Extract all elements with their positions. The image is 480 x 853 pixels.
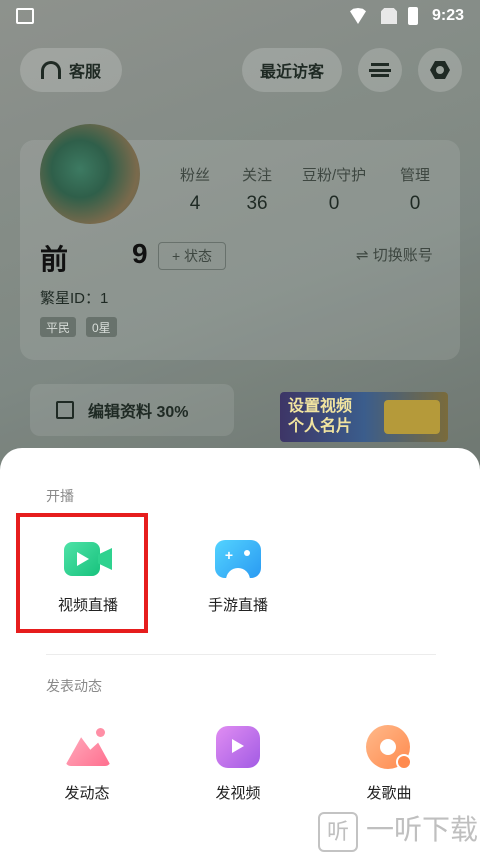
headset-icon [40, 61, 61, 79]
post-song-label: 发歌曲 [366, 785, 412, 802]
music-disc-icon [363, 724, 415, 770]
stat-label: 管理 [400, 167, 431, 184]
broadcast-bottom-sheet: 开播 视频直播 + 手游直播 发表动态 发动态 发视频 发歌曲 [0, 448, 480, 853]
game-live-button[interactable]: + 手游直播 [173, 536, 303, 615]
no-sim-icon [381, 8, 397, 24]
stat-label: 豆粉/守护 [302, 167, 367, 184]
stat-value: 0 [328, 193, 340, 214]
stat-value: 4 [189, 193, 201, 214]
post-moment-label: 发动态 [64, 785, 110, 802]
settings-gear-icon [430, 61, 450, 79]
watermark: 听一听下载 [318, 808, 478, 852]
post-moment-button[interactable]: 发动态 [22, 724, 152, 803]
rank-tag: 平民 [40, 317, 77, 337]
recent-visitors-label: 最近访客 [259, 64, 324, 81]
id-card-icon [384, 400, 440, 434]
status-bar: 9:23 [0, 0, 480, 34]
stat-value: 0 [409, 193, 421, 214]
post-video-label: 发视频 [215, 785, 261, 802]
star-tag: 0星 [86, 317, 117, 337]
stat-label: 粉丝 [180, 167, 211, 184]
status-time: 9:23 [431, 7, 464, 24]
nickname: 前 [40, 244, 69, 275]
edit-profile-button[interactable]: 编辑资料 30% [30, 384, 234, 436]
recent-visitors-button[interactable]: 最近访客 [242, 48, 342, 92]
post-song-button[interactable]: 发歌曲 [324, 724, 454, 803]
settings-button[interactable] [418, 48, 462, 92]
avatar[interactable] [40, 124, 140, 224]
add-status-button[interactable]: + 状态 [158, 242, 226, 270]
stat-following[interactable]: 关注 36 [242, 164, 272, 215]
wifi-icon [350, 8, 366, 24]
gallery-notification-icon [16, 8, 34, 24]
customer-service-button[interactable]: 客服 [20, 48, 122, 92]
video-card-promo[interactable]: 设置视频 个人名片 [280, 392, 448, 442]
image-post-icon [61, 724, 113, 770]
gamepad-icon: + [212, 536, 264, 582]
stat-label: 关注 [242, 167, 273, 184]
section-divider [46, 654, 436, 655]
live-section-title: 开播 [46, 488, 74, 504]
stat-value: 36 [246, 193, 268, 214]
stat-guardians[interactable]: 豆粉/守护 0 [302, 164, 366, 215]
customer-service-label: 客服 [68, 64, 101, 81]
battery-icon [408, 7, 418, 25]
nickname-end: 9 [132, 238, 148, 269]
edit-profile-label: 编辑资料 30% [88, 404, 189, 421]
stat-fans[interactable]: 粉丝 4 [180, 164, 210, 215]
watermark-logo: 听 [318, 811, 358, 852]
watermark-text: 一听下载 [366, 814, 479, 845]
switch-layout-button[interactable] [358, 48, 402, 92]
switch-account-link[interactable]: ⇌ 切换账号 [356, 244, 433, 265]
menu-lines-icon [369, 63, 391, 77]
post-section-title: 发表动态 [46, 678, 102, 694]
highlight-box [16, 513, 148, 633]
fanstar-id: 繁星ID：1 [40, 290, 109, 307]
stat-manage[interactable]: 管理 0 [400, 164, 430, 215]
video-play-icon [212, 724, 264, 770]
edit-icon [56, 401, 74, 419]
game-live-label: 手游直播 [207, 597, 268, 614]
post-video-button[interactable]: 发视频 [173, 724, 303, 803]
